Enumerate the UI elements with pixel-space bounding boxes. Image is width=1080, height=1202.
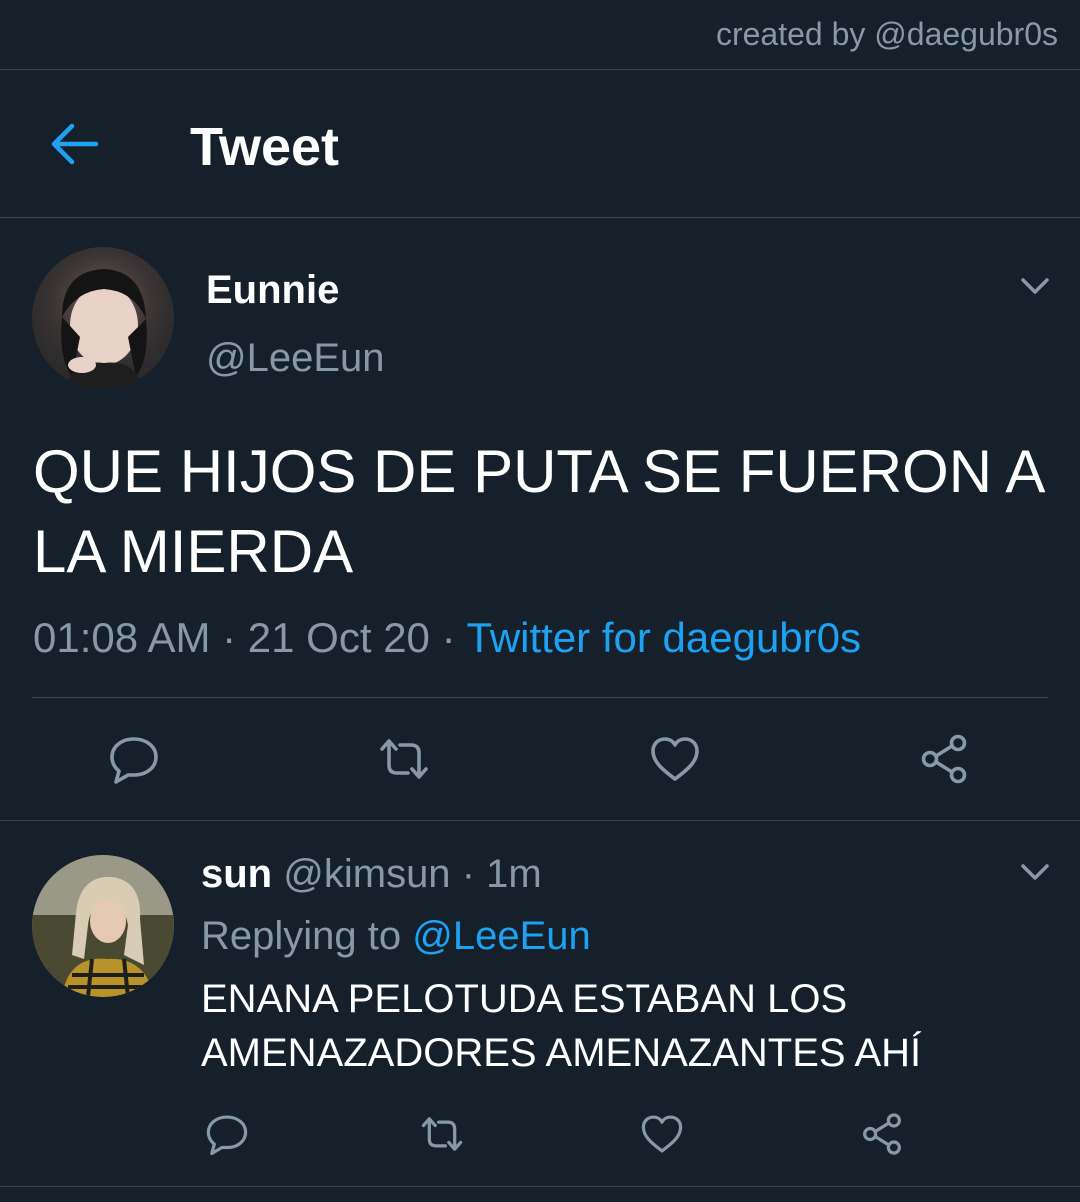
divider xyxy=(32,697,1048,698)
reply-icon[interactable] xyxy=(108,733,160,785)
divider xyxy=(0,1186,1080,1187)
tweet-date: 21 Oct 20 xyxy=(247,614,430,661)
retweet-icon[interactable] xyxy=(420,1112,464,1156)
reply-header: sun @kimsun · 1m xyxy=(201,852,542,897)
tweet-text: QUE HIJOS DE PUTA SE FUERON A LA MIERDA xyxy=(33,438,1043,585)
divider xyxy=(0,820,1080,821)
like-icon[interactable] xyxy=(640,1112,684,1156)
retweet-icon[interactable] xyxy=(378,733,430,785)
chevron-down-icon[interactable] xyxy=(1020,862,1050,882)
avatar[interactable] xyxy=(32,247,174,389)
credit-text: created by @daegubr0s xyxy=(715,16,1058,52)
reply-author-name[interactable]: sun xyxy=(201,852,272,896)
tweet-time: 01:08 AM xyxy=(33,614,211,661)
reply-icon[interactable] xyxy=(205,1112,249,1156)
like-icon[interactable] xyxy=(649,733,701,785)
reply-author-handle[interactable]: @kimsun xyxy=(283,852,450,896)
author-name[interactable]: Eunnie xyxy=(206,268,339,313)
share-icon[interactable] xyxy=(860,1112,904,1156)
page-title: Tweet xyxy=(190,117,340,177)
share-icon[interactable] xyxy=(918,733,970,785)
avatar[interactable] xyxy=(32,855,174,997)
back-arrow-icon[interactable] xyxy=(48,120,100,168)
reply-text: ENANA PELOTUDA ESTABAN LOS AMENAZADORES … xyxy=(201,977,922,1075)
meta-separator: · xyxy=(441,614,467,661)
top-bar: Tweet xyxy=(0,70,1080,218)
meta-separator: · xyxy=(222,614,248,661)
tweet-source-link[interactable]: Twitter for daegubr0s xyxy=(466,614,861,661)
meta-separator: · xyxy=(461,852,487,896)
replying-label: Replying to xyxy=(201,914,402,958)
chevron-down-icon[interactable] xyxy=(1020,276,1050,296)
replying-mention-link[interactable]: @LeeEun xyxy=(412,914,591,958)
replying-to: Replying to @LeeEun xyxy=(201,914,591,959)
credit-bar: created by @daegubr0s xyxy=(0,0,1080,70)
author-handle[interactable]: @LeeEun xyxy=(206,336,385,381)
reply-age: 1m xyxy=(486,852,542,896)
tweet-meta: 01:08 AM · 21 Oct 20 · Twitter for daegu… xyxy=(33,614,861,662)
